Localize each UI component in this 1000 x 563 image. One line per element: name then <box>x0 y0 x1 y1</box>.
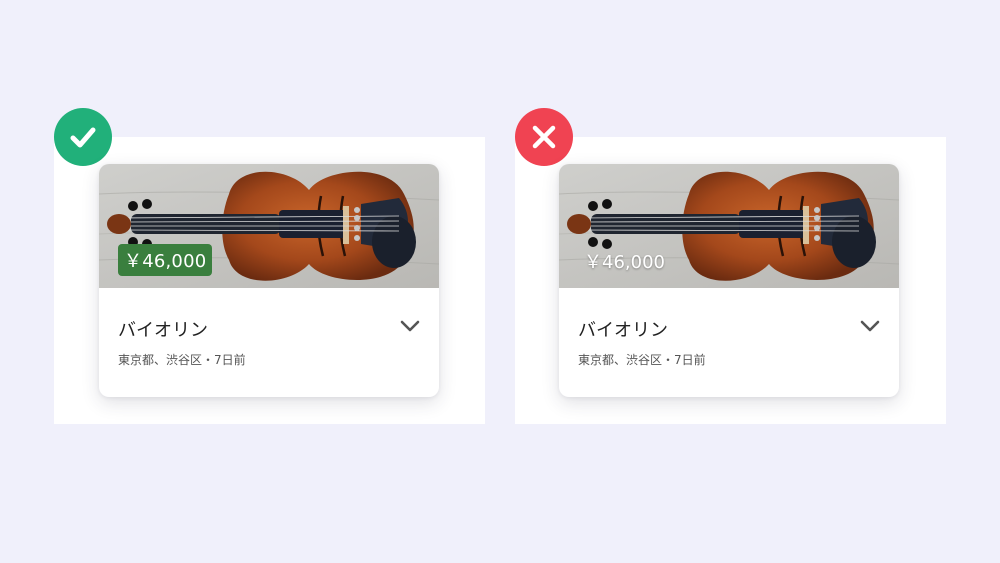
close-icon <box>532 125 556 149</box>
chevron-down-icon[interactable] <box>859 318 881 334</box>
item-meta: 東京都、渋谷区・7日前 <box>118 353 246 367</box>
listing-card[interactable]: ￥46,000 バイオリン 東京都、渋谷区・7日前 <box>99 164 439 397</box>
item-title: バイオリン <box>578 320 668 341</box>
correct-badge <box>54 108 112 166</box>
incorrect-badge <box>515 108 573 166</box>
listing-card[interactable]: ￥46,000 バイオリン 東京都、渋谷区・7日前 <box>559 164 899 397</box>
check-icon <box>70 127 96 148</box>
price-tag: ￥46,000 <box>118 244 213 276</box>
chevron-down-icon[interactable] <box>399 318 421 334</box>
item-title: バイオリン <box>118 320 208 341</box>
item-meta: 東京都、渋谷区・7日前 <box>578 353 706 367</box>
price-label: ￥46,000 <box>584 252 665 273</box>
